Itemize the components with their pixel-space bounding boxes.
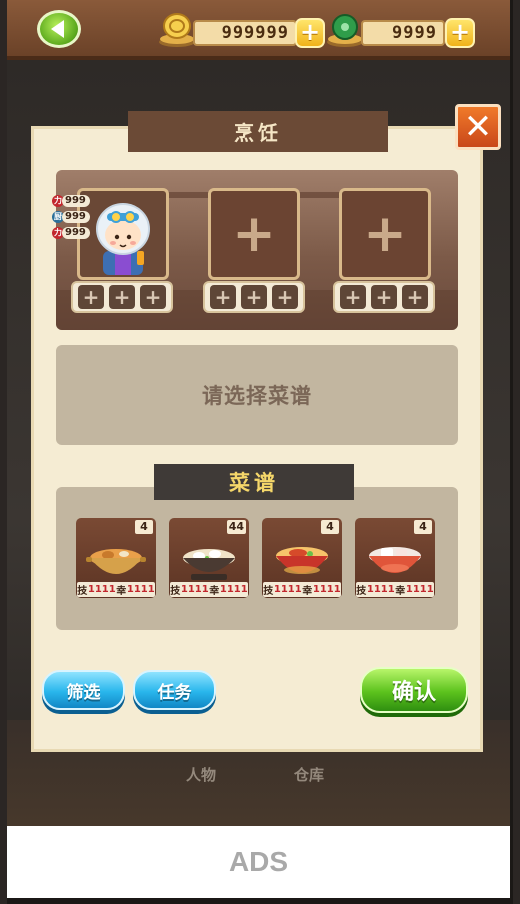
dumpling-bowl-dish-icon xyxy=(183,549,235,580)
close-icon: ✕ xyxy=(463,107,493,147)
add-chef-icon: + xyxy=(232,204,276,264)
recipe-count: 4 xyxy=(321,520,339,534)
confirm-button[interactable]: 确认 xyxy=(360,667,468,713)
add-chef-icon: + xyxy=(363,204,407,264)
tofu-bowl-dish-icon xyxy=(369,547,421,573)
game-screen: 人物 仓库 999999 + 9999 + 烹饪 ✕ 力 999 厨 999 力… xyxy=(0,0,520,904)
recipe-stats: 技 1111 幸 1111 xyxy=(170,582,248,597)
ads-banner[interactable]: ADS xyxy=(7,826,510,898)
back-arrow-icon xyxy=(51,20,64,38)
recipe-stats: 技 1111 幸 1111 xyxy=(263,582,341,597)
luck-value: 1111 xyxy=(126,584,155,595)
recipe-card[interactable]: 4 技 1111 幸 1111 xyxy=(76,518,156,598)
coin-amount: 999999 xyxy=(193,20,297,46)
chef-3-ingredient-slots: + + + xyxy=(333,281,435,313)
chef-stat-row: 厨 999 xyxy=(52,210,90,223)
chef-stat-value: 999 xyxy=(62,226,90,239)
gem-counter: 9999 + xyxy=(325,14,477,48)
luck-value: 1111 xyxy=(312,584,341,595)
close-button[interactable]: ✕ xyxy=(455,104,501,150)
chef-slot-3[interactable]: + xyxy=(339,188,431,280)
right-border xyxy=(513,0,520,904)
chef-slot-1[interactable] xyxy=(77,188,169,280)
chef-slot-2[interactable]: + xyxy=(208,188,300,280)
ingredient-slot-button[interactable]: + xyxy=(371,285,397,309)
coin-stack-icon xyxy=(159,13,195,47)
luck-label: 幸 xyxy=(116,586,127,597)
chef-stat-value: 999 xyxy=(62,210,90,223)
ingredient-slot-button[interactable]: + xyxy=(78,285,104,309)
recipe-card[interactable]: 4 技 1111 幸 1111 xyxy=(355,518,435,598)
recipe-stats: 技 1111 幸 1111 xyxy=(77,582,155,597)
ingredient-slot-button[interactable]: + xyxy=(210,285,236,309)
chef-stat-row: 力 999 xyxy=(52,194,90,207)
dialog-title: 烹饪 xyxy=(128,111,388,152)
skill-value: 1111 xyxy=(273,584,302,595)
luck-label: 幸 xyxy=(302,586,313,597)
recipe-list-title: 菜谱 xyxy=(154,464,354,500)
recipe-card[interactable]: 4 技 1111 幸 1111 xyxy=(262,518,342,598)
recipe-count: 4 xyxy=(135,520,153,534)
left-border xyxy=(0,0,7,904)
coin-counter: 999999 + xyxy=(157,13,329,48)
ingredient-slot-button[interactable]: + xyxy=(272,285,298,309)
chef-stat-row: 力 999 xyxy=(52,226,90,239)
skill-value: 1111 xyxy=(366,584,395,595)
back-button[interactable] xyxy=(37,10,81,48)
skill-label: 技 xyxy=(356,586,367,597)
background-label-characters: 人物 xyxy=(186,766,217,784)
ingredient-slot-button[interactable]: + xyxy=(140,285,166,309)
filter-button[interactable]: 筛选 xyxy=(42,670,125,710)
background-label-warehouse: 仓库 xyxy=(294,766,325,784)
recipe-count: 44 xyxy=(226,520,246,534)
braised-pot-dish-icon xyxy=(86,549,146,574)
skill-label: 技 xyxy=(77,586,88,597)
recipe-card[interactable]: 44 技 1111 幸 1111 xyxy=(169,518,249,598)
add-gems-button[interactable]: + xyxy=(445,18,475,48)
ingredient-slot-button[interactable]: + xyxy=(109,285,135,309)
luck-value: 1111 xyxy=(219,584,248,595)
luck-label: 幸 xyxy=(395,586,406,597)
chef-avatar xyxy=(96,203,150,275)
gem-amount: 9999 xyxy=(361,20,445,46)
ingredient-slot-button[interactable]: + xyxy=(241,285,267,309)
recipe-stats: 技 1111 幸 1111 xyxy=(356,582,434,597)
task-button[interactable]: 任务 xyxy=(133,670,216,710)
ingredient-slot-button[interactable]: + xyxy=(340,285,366,309)
recipe-count: 4 xyxy=(414,520,432,534)
skill-label: 技 xyxy=(170,586,181,597)
selected-recipe-area[interactable]: 请选择菜谱 xyxy=(56,345,458,445)
skill-value: 1111 xyxy=(87,584,116,595)
noodle-bowl-dish-icon xyxy=(276,547,328,574)
chef-1-ingredient-slots: + + + xyxy=(71,281,173,313)
luck-value: 1111 xyxy=(405,584,434,595)
jade-gem-icon xyxy=(327,14,363,47)
skill-value: 1111 xyxy=(180,584,209,595)
ingredient-slot-button[interactable]: + xyxy=(402,285,428,309)
chef-stat-value: 999 xyxy=(62,194,90,207)
skill-label: 技 xyxy=(263,586,274,597)
top-resource-bar: 999999 + 9999 + xyxy=(7,0,510,60)
luck-label: 幸 xyxy=(209,586,220,597)
chef-2-ingredient-slots: + + + xyxy=(203,281,305,313)
add-coins-button[interactable]: + xyxy=(295,18,325,48)
